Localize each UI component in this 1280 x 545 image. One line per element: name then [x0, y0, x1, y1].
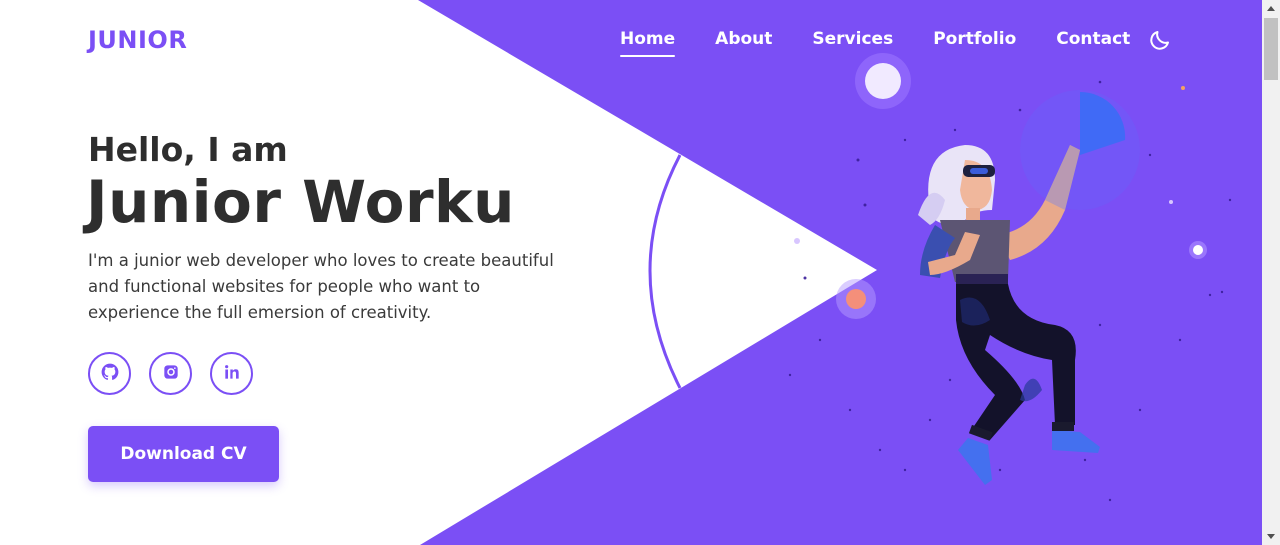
scroll-down-icon[interactable] [1262, 528, 1280, 545]
moon-icon[interactable] [1148, 28, 1172, 52]
main-nav: Home About Services Portfolio Contact [620, 29, 1170, 57]
scroll-up-icon[interactable] [1262, 0, 1280, 17]
nav-contact[interactable]: Contact [1056, 29, 1130, 57]
hero-bio: I'm a junior web developer who loves to … [88, 251, 554, 322]
github-icon [100, 362, 120, 386]
nav-home[interactable]: Home [620, 29, 676, 57]
nav-portfolio[interactable]: Portfolio [933, 29, 1016, 57]
hero-greeting: Hello, I am [88, 130, 288, 169]
github-link[interactable] [88, 352, 131, 395]
scroll-thumb[interactable] [1264, 18, 1278, 80]
social-links [88, 352, 271, 395]
hero-name: Junior Worku [86, 168, 515, 236]
linkedin-icon [222, 362, 242, 386]
download-cv-button[interactable]: Download CV [88, 426, 279, 482]
linkedin-link[interactable] [210, 352, 253, 395]
site-logo[interactable]: JUNIOR [88, 26, 187, 54]
instagram-icon [161, 362, 181, 386]
page-viewport: JUNIOR Home About Services Portfolio Con… [0, 0, 1262, 545]
instagram-link[interactable] [149, 352, 192, 395]
vertical-scrollbar[interactable] [1262, 0, 1280, 545]
nav-about[interactable]: About [715, 29, 772, 57]
nav-services[interactable]: Services [812, 29, 893, 57]
hero-illustration [780, 60, 1240, 540]
